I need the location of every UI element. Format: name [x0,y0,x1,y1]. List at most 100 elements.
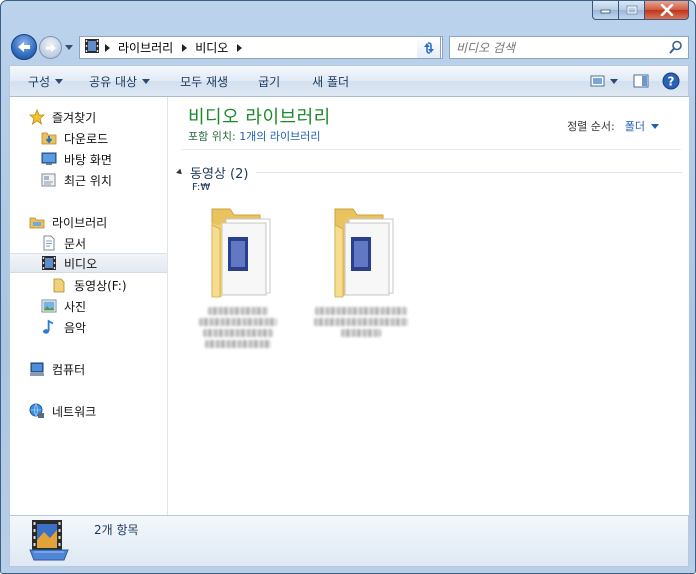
play-all-label: 모두 재생 [180,74,229,89]
downloads-folder-icon [40,129,58,147]
group-header[interactable]: 동영상 (2) [176,163,682,182]
sidebar-item-desktop[interactable]: 바탕 화면 [10,149,167,169]
burn-button[interactable]: 굽기 [248,68,290,94]
folder-icon [50,276,68,294]
sidebar-item-label: 비디오 [64,256,98,271]
close-button[interactable] [645,1,689,20]
music-note-icon [40,318,58,336]
library-includes: 포함 위치: 1개의 라이브러리 [188,128,321,144]
sidebar-item-downloads[interactable]: 다운로드 [10,128,167,148]
refresh-button[interactable] [417,36,441,59]
sidebar-item-pictures[interactable]: 사진 [10,296,167,316]
sidebar-item-recent-places[interactable]: 최근 위치 [10,170,167,190]
star-icon [28,108,46,126]
computer-icon [28,360,46,378]
burn-label: 굽기 [258,74,281,89]
arrange-by-value: 폴더 [624,120,645,133]
sidebar-item-computer[interactable]: 컴퓨터 [10,359,167,379]
forward-button[interactable] [39,36,62,59]
video-folder-icon [321,205,401,301]
organize-label: 구성 [28,74,51,89]
preview-pane-button[interactable] [628,68,654,94]
arrange-by: 정렬 순서: 폴더 [567,118,659,134]
chevron-down-icon [65,44,73,50]
breadcrumb-separator[interactable] [232,43,246,52]
maximize-button[interactable] [619,1,645,20]
sidebar-item-videos[interactable]: 비디오 [10,253,167,273]
group-title: 동영상 (2) [190,167,249,182]
breadcrumb-libraries[interactable]: 라이브러리 [114,39,177,56]
video-folder-icon [198,205,278,301]
chevron-right-icon [104,43,110,52]
search-box[interactable] [449,36,689,59]
explorer-window: 라이브러리 비디오 구성 공유 대상 모두 재생 굽 [0,0,696,574]
video-library-icon [84,38,100,57]
recent-pages-dropdown[interactable] [64,42,74,52]
arrange-by-dropdown[interactable]: 폴더 [625,118,659,134]
sidebar-item-label: 즐겨찾기 [52,110,97,125]
help-button[interactable]: ? [658,68,684,94]
collapse-triangle-icon[interactable] [176,168,184,177]
minimize-icon [600,9,611,14]
pictures-icon [40,297,58,315]
search-input[interactable] [450,37,655,58]
command-bar: 구성 공유 대상 모두 재생 굽기 새 폴더 ? [9,65,689,97]
sidebar-item-documents[interactable]: 문서 [10,233,167,253]
minimize-button[interactable] [592,1,619,20]
navigation-bar: 라이브러리 비디오 [9,33,689,61]
change-view-button[interactable] [586,68,624,94]
file-name-obscured [306,307,416,337]
library-content: 비디오 라이브러리 포함 위치: 1개의 라이브러리 정렬 순서: 폴더 동영상… [169,97,689,515]
divider [181,149,681,150]
refresh-icon [423,41,434,54]
sidebar-item-label: 문서 [64,236,87,251]
new-folder-button[interactable]: 새 폴더 [302,68,359,94]
play-all-button[interactable]: 모두 재생 [170,68,238,94]
sidebar-item-label: 동영상(F:) [74,278,127,293]
sidebar-item-label: 최근 위치 [64,173,112,188]
organize-button[interactable]: 구성 [18,68,73,94]
item-count: 2개 항목 [94,523,139,537]
network-icon [28,402,46,420]
document-icon [40,234,58,252]
content-frame: 즐겨찾기 다운로드 바탕 화면 최근 위치 라이브러리 문서 비디오 동영상(F… [9,97,689,515]
chevron-down-icon [142,78,151,84]
share-with-button[interactable]: 공유 대상 [79,68,160,94]
chevron-right-icon [181,43,187,52]
back-button[interactable] [11,34,37,60]
breadcrumb-videos[interactable]: 비디오 [191,39,232,56]
page-title: 비디오 라이브러리 [188,107,331,128]
search-icon[interactable] [669,40,683,57]
share-with-label: 공유 대상 [89,74,138,89]
group-location: F:₩ [192,182,211,193]
includes-locations-link[interactable]: 1개의 라이브러리 [239,130,320,143]
sidebar-item-libraries[interactable]: 라이브러리 [10,212,167,232]
sidebar-item-label: 컴퓨터 [52,362,86,377]
video-library-icon [40,254,58,272]
sidebar-item-label: 사진 [64,299,87,314]
video-library-large-icon [28,518,72,565]
list-item[interactable] [183,205,293,348]
sidebar-item-favorites[interactable]: 즐겨찾기 [10,107,167,127]
file-name-obscured [183,307,293,348]
sidebar-item-videos-drive-f[interactable]: 동영상(F:) [10,275,167,295]
preview-pane-icon [633,74,649,88]
svg-text:?: ? [668,75,675,89]
maximize-icon [626,5,637,15]
breadcrumb-separator[interactable] [100,43,114,52]
sidebar-item-label: 다운로드 [64,131,109,146]
toolbar-right-group: ? [586,68,684,94]
view-options-icon [590,75,618,87]
help-icon: ? [662,72,680,90]
sidebar-item-music[interactable]: 음악 [10,317,167,337]
address-bar[interactable]: 라이브러리 비디오 [79,36,443,59]
close-icon [660,4,673,16]
sidebar-item-label: 네트워크 [52,404,97,419]
breadcrumb-separator[interactable] [177,43,191,52]
chevron-down-icon [55,78,64,84]
sidebar-item-network[interactable]: 네트워크 [10,401,167,421]
arrow-left-icon [18,42,30,52]
new-folder-label: 새 폴더 [312,74,350,89]
list-item[interactable] [306,205,416,337]
libraries-icon [28,213,46,231]
